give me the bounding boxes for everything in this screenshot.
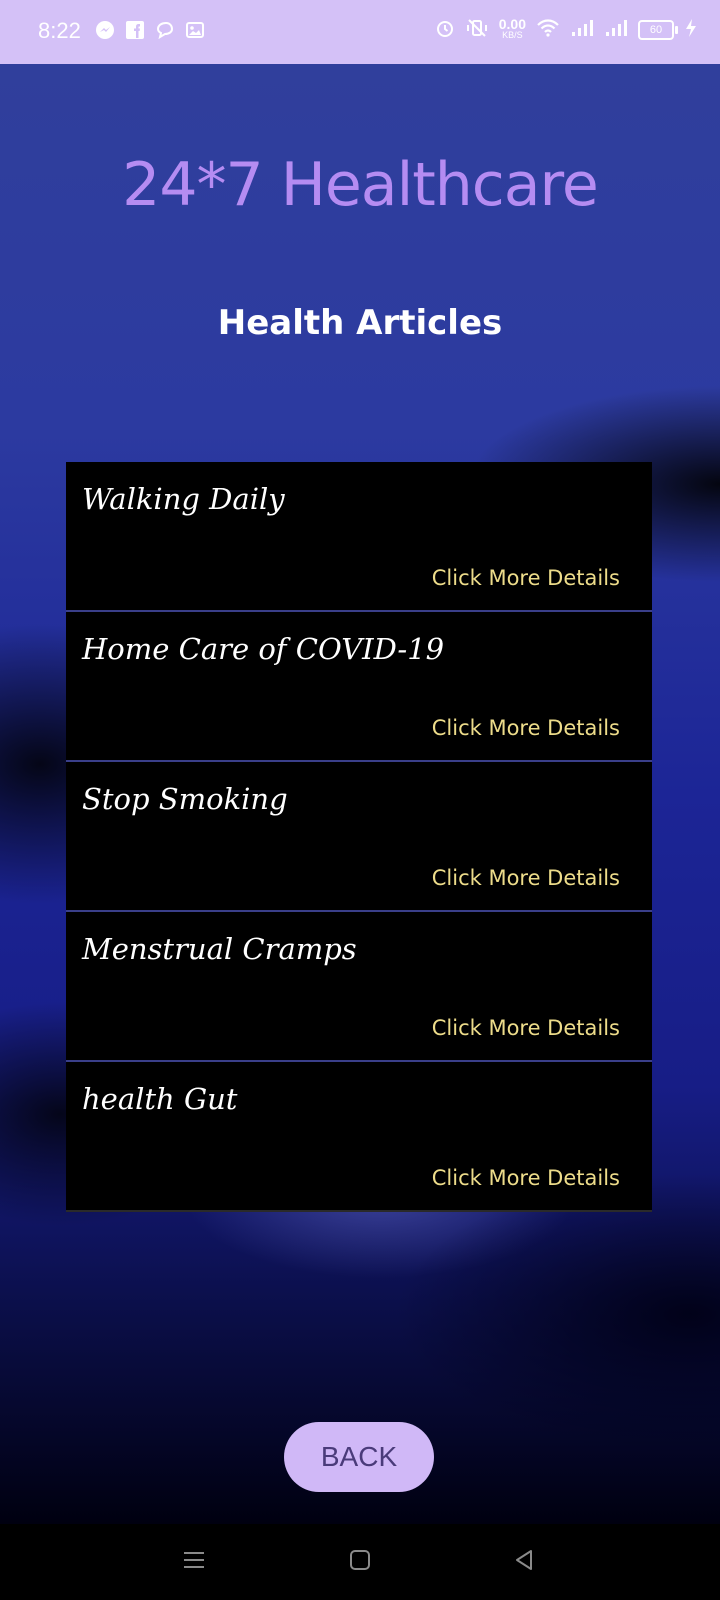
status-bar: 8:22 0.00 KB/S 60 bbox=[0, 0, 720, 64]
article-card[interactable]: Walking Daily Click More Details bbox=[66, 462, 652, 612]
article-card[interactable]: Menstrual Cramps Click More Details bbox=[66, 912, 652, 1062]
more-details-link[interactable]: Click More Details bbox=[432, 1016, 620, 1040]
article-title: health Gut bbox=[82, 1082, 238, 1116]
messenger-icon bbox=[95, 20, 115, 40]
battery-icon: 60 bbox=[638, 20, 678, 40]
more-details-link[interactable]: Click More Details bbox=[432, 566, 620, 590]
gallery-icon bbox=[185, 20, 205, 40]
app-title: 24*7 Healthcare bbox=[122, 150, 599, 220]
charging-icon bbox=[684, 18, 698, 42]
back-icon[interactable] bbox=[512, 1548, 536, 1576]
signal-icon bbox=[604, 18, 628, 42]
article-title: Home Care of COVID-19 bbox=[82, 632, 445, 666]
article-title: Stop Smoking bbox=[82, 782, 288, 816]
more-details-link[interactable]: Click More Details bbox=[432, 1166, 620, 1190]
battery-level: 60 bbox=[649, 24, 663, 36]
home-icon[interactable] bbox=[348, 1548, 372, 1576]
navigation-bar bbox=[0, 1524, 720, 1600]
vibrate-off-icon bbox=[465, 18, 489, 42]
menu-icon[interactable] bbox=[182, 1548, 206, 1576]
article-list: Walking Daily Click More Details Home Ca… bbox=[66, 462, 652, 1212]
article-title: Menstrual Cramps bbox=[82, 932, 357, 966]
article-card[interactable]: Stop Smoking Click More Details bbox=[66, 762, 652, 912]
alarm-icon bbox=[435, 18, 455, 42]
battery-tip bbox=[675, 26, 678, 34]
page-title: Health Articles bbox=[217, 303, 503, 343]
facebook-icon bbox=[125, 20, 145, 40]
back-button[interactable]: BACK bbox=[284, 1422, 434, 1492]
network-speed-value: 0.00 bbox=[498, 16, 526, 32]
more-details-link[interactable]: Click More Details bbox=[432, 716, 620, 740]
chat-bubble-icon bbox=[155, 20, 175, 40]
notification-icons bbox=[95, 20, 205, 40]
network-speed-unit: KB/S bbox=[502, 30, 523, 40]
more-details-link[interactable]: Click More Details bbox=[432, 866, 620, 890]
system-indicators: 0.00 KB/S 60 bbox=[435, 16, 698, 42]
network-speed: 0.00 KB/S bbox=[498, 16, 526, 41]
wifi-icon bbox=[536, 18, 560, 42]
article-title: Walking Daily bbox=[82, 482, 285, 516]
article-card[interactable]: health Gut Click More Details bbox=[66, 1062, 652, 1212]
article-card[interactable]: Home Care of COVID-19 Click More Details bbox=[66, 612, 652, 762]
signal-icon bbox=[570, 18, 594, 42]
status-time: 8:22 bbox=[38, 18, 81, 43]
